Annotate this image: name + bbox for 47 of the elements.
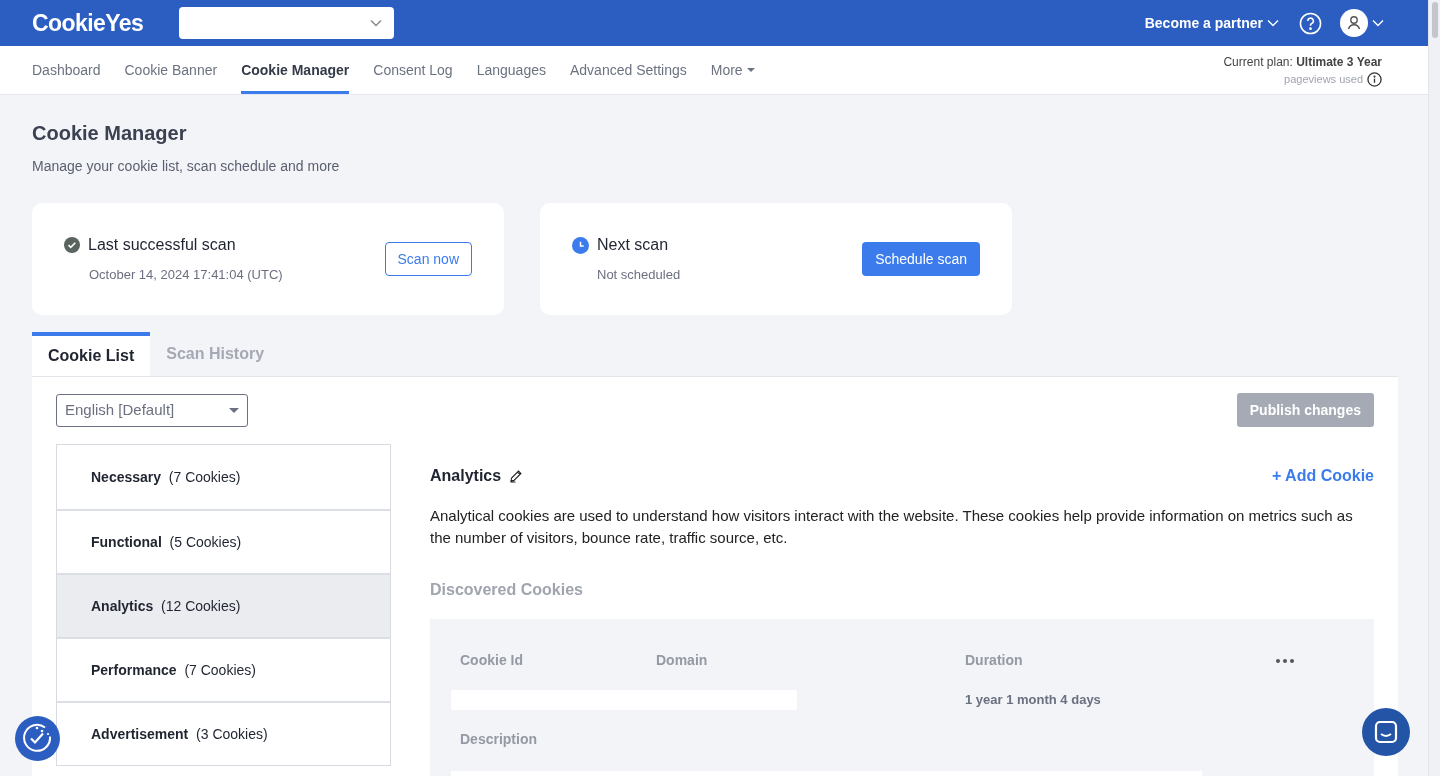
- schedule-scan-button[interactable]: Schedule scan: [862, 242, 980, 276]
- usage-label: pageviews used: [1284, 71, 1363, 87]
- scrollbar[interactable]: [1428, 0, 1440, 776]
- cookie-consent-icon[interactable]: [15, 716, 60, 761]
- page-title: Cookie Manager: [32, 121, 188, 146]
- scan-title: Last successful scan: [88, 235, 236, 256]
- user-avatar-icon: [1340, 9, 1368, 37]
- pencil-icon[interactable]: [509, 469, 524, 483]
- language-select[interactable]: English [Default]: [56, 393, 248, 427]
- duration-value: 1 year 1 month 4 days: [965, 691, 1101, 710]
- clock-icon: [572, 236, 589, 254]
- category-item[interactable]: Analytics (12 Cookies): [57, 573, 390, 637]
- chat-icon[interactable]: [1362, 708, 1410, 756]
- nav-tab[interactable]: Cookie Manager: [241, 46, 350, 94]
- chevron-down-icon: [1267, 19, 1279, 27]
- caret-icon: [229, 407, 239, 413]
- nav-tab[interactable]: Cookie Banner: [124, 46, 218, 94]
- nav-tab[interactable]: Languages: [476, 46, 546, 94]
- scan-title: Next scan: [597, 235, 669, 256]
- add-cookie-link[interactable]: + Add Cookie: [1271, 464, 1374, 488]
- category-description: Analytical cookies are used to understand how visitors interact with the website. These cookies help provide information on metrics such as the number of visitors, bounce rate, traffic source, etc.: [430, 506, 1354, 548]
- section-title: Discovered Cookies: [430, 580, 584, 600]
- column-header: Description: [459, 730, 538, 749]
- tab[interactable]: Cookie List: [32, 332, 151, 376]
- more-menu[interactable]: More: [710, 46, 755, 94]
- chevron-down-icon: [370, 19, 383, 27]
- user-menu[interactable]: [1340, 9, 1384, 37]
- scan-subtitle: October 14, 2024 17:41:04 (UTC): [89, 266, 284, 285]
- column-header: Duration: [965, 651, 1024, 670]
- check-circle-icon: [64, 237, 80, 254]
- nav-tab[interactable]: Dashboard: [32, 46, 101, 94]
- info-icon[interactable]: [1367, 71, 1382, 87]
- scan-subtitle: Not scheduled: [597, 266, 682, 285]
- logo[interactable]: CookieYes: [32, 5, 144, 41]
- help-icon[interactable]: [1299, 11, 1322, 35]
- partner-link[interactable]: Become a partner: [1144, 12, 1279, 34]
- column-header: Domain: [656, 651, 709, 670]
- scan-now-button[interactable]: Scan now: [384, 242, 472, 276]
- caret-icon: [746, 68, 755, 72]
- page-subtitle: Manage your cookie list, scan schedule and more: [32, 157, 341, 176]
- chevron-down-icon: [1372, 19, 1384, 27]
- category-title: Analytics: [430, 466, 502, 486]
- nav-tab[interactable]: Advanced Settings: [569, 46, 687, 94]
- nav-tab[interactable]: Consent Log: [373, 46, 453, 94]
- more-options-icon[interactable]: [1276, 658, 1294, 663]
- current-plan: Current plan: Ultimate 3 Year: [1223, 53, 1382, 71]
- column-header: Cookie Id: [460, 651, 524, 670]
